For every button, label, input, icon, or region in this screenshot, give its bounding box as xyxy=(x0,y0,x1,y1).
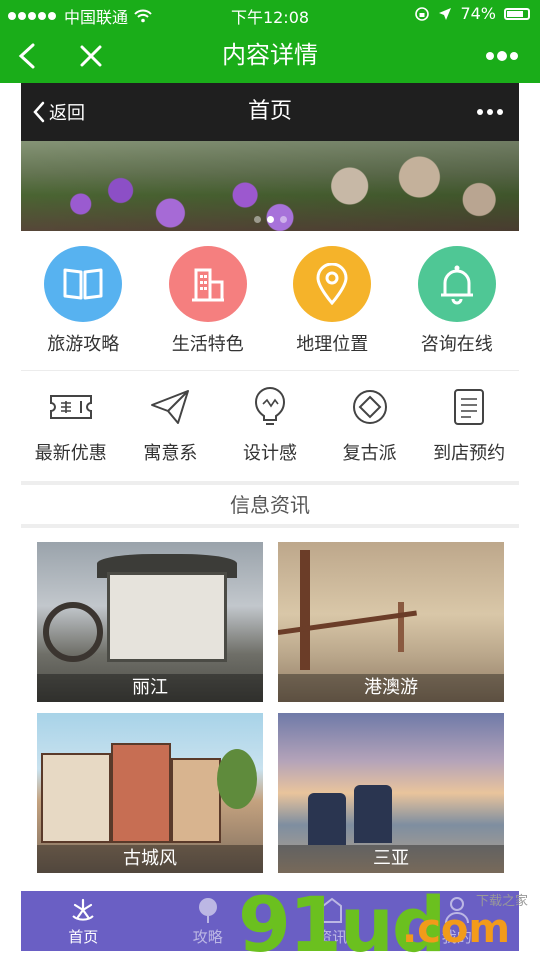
ticket-icon xyxy=(49,385,93,429)
feature-meaning[interactable]: 寓意系 xyxy=(122,385,218,470)
battery-icon xyxy=(504,7,530,20)
house-image xyxy=(41,753,111,843)
category-row: 旅游攻略 生活特色 地理位置 咨询在线 xyxy=(21,246,519,356)
building-icon xyxy=(168,246,247,322)
wechat-title: 内容详情 xyxy=(222,41,318,69)
card-caption: 丽江 xyxy=(37,674,263,702)
more-button[interactable] xyxy=(477,83,503,141)
dot xyxy=(477,109,483,115)
balloon-icon xyxy=(194,896,222,924)
beach-chair-image xyxy=(354,785,392,843)
bridge-tower xyxy=(300,550,310,670)
feature-label: 复古派 xyxy=(342,443,397,464)
divider xyxy=(21,370,519,371)
carousel-dot-active[interactable] xyxy=(266,216,274,223)
feature-label: 寓意系 xyxy=(143,443,198,464)
feature-discount[interactable]: 最新优惠 xyxy=(23,385,119,470)
card-lijiang[interactable]: 丽江 xyxy=(37,542,263,702)
house-image xyxy=(111,743,171,843)
miniprogram-header: 返回 首页 xyxy=(21,83,519,141)
document-icon xyxy=(447,385,491,429)
card-caption: 三亚 xyxy=(278,845,504,873)
dot xyxy=(487,109,493,115)
rotation-lock-icon xyxy=(415,6,430,21)
carousel-indicators xyxy=(21,216,519,223)
carousel-dot[interactable] xyxy=(279,216,287,223)
lightbulb-icon xyxy=(248,385,292,429)
card-hk-macau[interactable]: 港澳游 xyxy=(278,542,504,702)
home-swirl-icon xyxy=(69,896,97,924)
page-title: 首页 xyxy=(247,99,292,124)
wechat-more-button[interactable] xyxy=(482,28,522,83)
section-title: 信息资讯 xyxy=(230,493,310,517)
location-arrow-icon xyxy=(439,7,452,20)
bridge-tower xyxy=(398,602,404,652)
section-separator xyxy=(21,524,519,528)
wechat-top-bar: 中国联通 下午12:08 74% 内容详情 xyxy=(0,0,540,83)
banner-carousel[interactable] xyxy=(21,141,519,231)
more-dots-icon xyxy=(486,50,518,61)
category-life[interactable]: 生活特色 xyxy=(150,246,265,356)
battery-percent: 74% xyxy=(460,4,496,23)
waterwheel-image xyxy=(43,602,103,662)
carousel-dot[interactable] xyxy=(253,216,261,223)
paper-plane-icon xyxy=(148,385,192,429)
beach-chair-image xyxy=(308,793,346,845)
card-sanya[interactable]: 三亚 xyxy=(278,713,504,873)
feature-retro[interactable]: 复古派 xyxy=(322,385,418,470)
card-old-town[interactable]: 古城风 xyxy=(37,713,263,873)
tab-label: 首页 xyxy=(68,927,99,946)
feature-booking[interactable]: 到店预约 xyxy=(421,385,517,470)
book-icon xyxy=(44,246,123,322)
status-right: 74% xyxy=(414,4,530,23)
category-label: 生活特色 xyxy=(171,334,244,355)
watermark-small: 下载之家 xyxy=(475,894,528,909)
tree-image xyxy=(217,749,257,809)
feature-label: 最新优惠 xyxy=(34,443,107,464)
watermark: 91ud .com 下载之家 xyxy=(238,880,528,960)
feature-design[interactable]: 设计感 xyxy=(222,385,318,470)
feature-label: 到店预约 xyxy=(433,443,506,464)
category-label: 咨询在线 xyxy=(420,334,493,355)
watermark-suffix: .com xyxy=(402,906,511,952)
category-label: 旅游攻略 xyxy=(47,334,120,355)
house-image xyxy=(171,758,221,843)
feature-row: 最新优惠 寓意系 设计感 复古派 到店预约 xyxy=(21,385,519,470)
card-caption: 古城风 xyxy=(37,845,263,873)
category-label: 地理位置 xyxy=(296,334,369,355)
category-consult[interactable]: 咨询在线 xyxy=(399,246,514,356)
gate-image xyxy=(107,572,227,662)
tab-home[interactable]: 首页 xyxy=(21,891,146,951)
bell-icon xyxy=(417,246,496,322)
card-caption: 港澳游 xyxy=(278,674,504,702)
category-travel-guide[interactable]: 旅游攻略 xyxy=(26,246,141,356)
feature-label: 设计感 xyxy=(242,443,297,464)
section-separator xyxy=(21,481,519,485)
status-bar: 中国联通 下午12:08 74% xyxy=(0,0,540,28)
dot xyxy=(497,109,503,115)
diamond-icon xyxy=(348,385,392,429)
tab-label: 攻略 xyxy=(192,927,223,946)
category-location[interactable]: 地理位置 xyxy=(275,246,390,356)
bridge-deck xyxy=(278,610,417,635)
wechat-nav: 内容详情 xyxy=(0,28,540,83)
location-pin-icon xyxy=(293,246,372,322)
